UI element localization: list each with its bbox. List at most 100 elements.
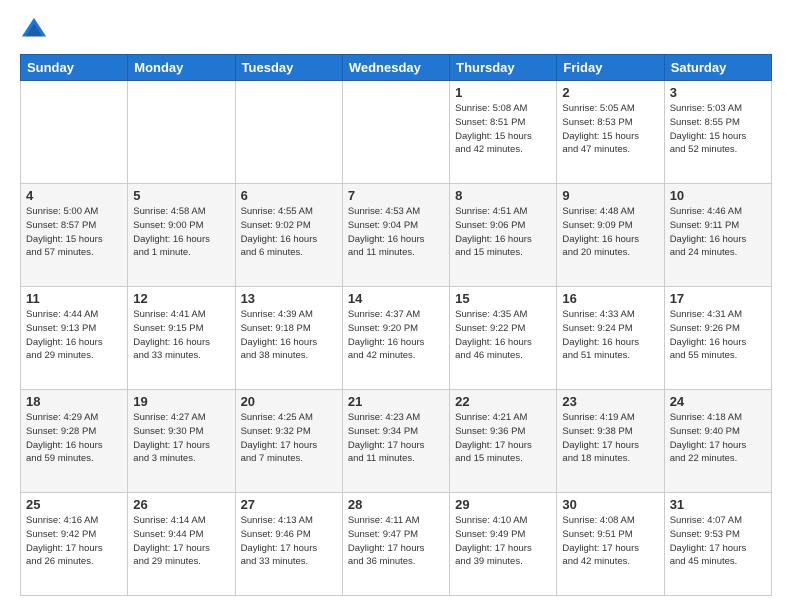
calendar-cell: 25 Sunrise: 4:16 AM Sunset: 9:42 PM Dayli… <box>21 493 128 596</box>
calendar-cell: 9 Sunrise: 4:48 AM Sunset: 9:09 PM Daylig… <box>557 184 664 287</box>
calendar-cell: 31 Sunrise: 4:07 AM Sunset: 9:53 PM Dayli… <box>664 493 771 596</box>
calendar-cell <box>128 81 235 184</box>
day-number: 26 <box>133 497 229 512</box>
day-header-monday: Monday <box>128 55 235 81</box>
day-info: Sunrise: 4:48 AM Sunset: 9:09 PM Dayligh… <box>562 205 658 260</box>
logo <box>20 16 54 44</box>
calendar-cell: 4Sunrise: 5:00 AM Sunset: 8:57 PM Daylig… <box>21 184 128 287</box>
day-number: 9 <box>562 188 658 203</box>
day-number: 24 <box>670 394 766 409</box>
calendar-header-row: SundayMondayTuesdayWednesdayThursdayFrid… <box>21 55 772 81</box>
day-info: Sunrise: 4:51 AM Sunset: 9:06 PM Dayligh… <box>455 205 551 260</box>
calendar-cell: 15 Sunrise: 4:35 AM Sunset: 9:22 PM Dayli… <box>450 287 557 390</box>
day-info: Sunrise: 5:05 AM Sunset: 8:53 PM Dayligh… <box>562 102 658 157</box>
calendar-week-4: 18 Sunrise: 4:29 AM Sunset: 9:28 PM Dayli… <box>21 390 772 493</box>
day-header-wednesday: Wednesday <box>342 55 449 81</box>
day-info: Sunrise: 4:29 AM Sunset: 9:28 PM Dayligh… <box>26 411 122 466</box>
calendar-cell: 1 Sunrise: 5:08 AM Sunset: 8:51 PM Daylig… <box>450 81 557 184</box>
day-number: 2 <box>562 85 658 100</box>
calendar-week-3: 11 Sunrise: 4:44 AM Sunset: 9:13 PM Dayli… <box>21 287 772 390</box>
day-number: 29 <box>455 497 551 512</box>
day-number: 3 <box>670 85 766 100</box>
day-number: 23 <box>562 394 658 409</box>
day-info: Sunrise: 4:46 AM Sunset: 9:11 PM Dayligh… <box>670 205 766 260</box>
day-number: 16 <box>562 291 658 306</box>
day-info: Sunrise: 4:14 AM Sunset: 9:44 PM Dayligh… <box>133 514 229 569</box>
day-info: Sunrise: 4:18 AM Sunset: 9:40 PM Dayligh… <box>670 411 766 466</box>
day-number: 11 <box>26 291 122 306</box>
day-info: Sunrise: 4:11 AM Sunset: 9:47 PM Dayligh… <box>348 514 444 569</box>
calendar-cell: 11 Sunrise: 4:44 AM Sunset: 9:13 PM Dayli… <box>21 287 128 390</box>
calendar-week-5: 25 Sunrise: 4:16 AM Sunset: 9:42 PM Dayli… <box>21 493 772 596</box>
day-number: 15 <box>455 291 551 306</box>
day-number: 27 <box>241 497 337 512</box>
day-number: 30 <box>562 497 658 512</box>
calendar-cell: 5 Sunrise: 4:58 AM Sunset: 9:00 PM Daylig… <box>128 184 235 287</box>
calendar-cell: 27 Sunrise: 4:13 AM Sunset: 9:46 PM Dayli… <box>235 493 342 596</box>
day-info: Sunrise: 4:16 AM Sunset: 9:42 PM Dayligh… <box>26 514 122 569</box>
day-info: Sunrise: 4:10 AM Sunset: 9:49 PM Dayligh… <box>455 514 551 569</box>
day-info: Sunrise: 4:07 AM Sunset: 9:53 PM Dayligh… <box>670 514 766 569</box>
calendar-cell: 26 Sunrise: 4:14 AM Sunset: 9:44 PM Dayli… <box>128 493 235 596</box>
day-info: Sunrise: 4:35 AM Sunset: 9:22 PM Dayligh… <box>455 308 551 363</box>
calendar-cell: 23Sunrise: 4:19 AM Sunset: 9:38 PM Dayli… <box>557 390 664 493</box>
day-number: 28 <box>348 497 444 512</box>
calendar-table: SundayMondayTuesdayWednesdayThursdayFrid… <box>20 54 772 596</box>
calendar-cell: 2 Sunrise: 5:05 AM Sunset: 8:53 PM Daylig… <box>557 81 664 184</box>
calendar-cell: 22 Sunrise: 4:21 AM Sunset: 9:36 PM Dayli… <box>450 390 557 493</box>
day-number: 22 <box>455 394 551 409</box>
calendar-cell <box>342 81 449 184</box>
day-info: Sunrise: 4:08 AM Sunset: 9:51 PM Dayligh… <box>562 514 658 569</box>
calendar-cell: 6Sunrise: 4:55 AM Sunset: 9:02 PM Daylig… <box>235 184 342 287</box>
day-info: Sunrise: 4:39 AM Sunset: 9:18 PM Dayligh… <box>241 308 337 363</box>
day-number: 6 <box>241 188 337 203</box>
day-info: Sunrise: 5:08 AM Sunset: 8:51 PM Dayligh… <box>455 102 551 157</box>
calendar-cell: 28 Sunrise: 4:11 AM Sunset: 9:47 PM Dayli… <box>342 493 449 596</box>
day-header-thursday: Thursday <box>450 55 557 81</box>
day-header-sunday: Sunday <box>21 55 128 81</box>
page: SundayMondayTuesdayWednesdayThursdayFrid… <box>0 0 792 612</box>
calendar-cell: 16 Sunrise: 4:33 AM Sunset: 9:24 PM Dayli… <box>557 287 664 390</box>
day-info: Sunrise: 4:21 AM Sunset: 9:36 PM Dayligh… <box>455 411 551 466</box>
calendar-cell: 29 Sunrise: 4:10 AM Sunset: 9:49 PM Dayli… <box>450 493 557 596</box>
day-info: Sunrise: 5:03 AM Sunset: 8:55 PM Dayligh… <box>670 102 766 157</box>
logo-icon <box>20 16 48 44</box>
day-info: Sunrise: 4:27 AM Sunset: 9:30 PM Dayligh… <box>133 411 229 466</box>
day-info: Sunrise: 5:00 AM Sunset: 8:57 PM Dayligh… <box>26 205 122 260</box>
calendar-cell: 18 Sunrise: 4:29 AM Sunset: 9:28 PM Dayli… <box>21 390 128 493</box>
calendar-cell: 3 Sunrise: 5:03 AM Sunset: 8:55 PM Daylig… <box>664 81 771 184</box>
day-number: 13 <box>241 291 337 306</box>
calendar-cell: 21 Sunrise: 4:23 AM Sunset: 9:34 PM Dayli… <box>342 390 449 493</box>
calendar-cell: 30 Sunrise: 4:08 AM Sunset: 9:51 PM Dayli… <box>557 493 664 596</box>
day-number: 19 <box>133 394 229 409</box>
day-number: 25 <box>26 497 122 512</box>
calendar-cell: 19 Sunrise: 4:27 AM Sunset: 9:30 PM Dayli… <box>128 390 235 493</box>
day-info: Sunrise: 4:31 AM Sunset: 9:26 PM Dayligh… <box>670 308 766 363</box>
day-info: Sunrise: 4:25 AM Sunset: 9:32 PM Dayligh… <box>241 411 337 466</box>
day-number: 14 <box>348 291 444 306</box>
day-info: Sunrise: 4:44 AM Sunset: 9:13 PM Dayligh… <box>26 308 122 363</box>
day-number: 5 <box>133 188 229 203</box>
day-info: Sunrise: 4:33 AM Sunset: 9:24 PM Dayligh… <box>562 308 658 363</box>
day-info: Sunrise: 4:23 AM Sunset: 9:34 PM Dayligh… <box>348 411 444 466</box>
calendar-cell: 7Sunrise: 4:53 AM Sunset: 9:04 PM Daylig… <box>342 184 449 287</box>
calendar-cell: 14 Sunrise: 4:37 AM Sunset: 9:20 PM Dayli… <box>342 287 449 390</box>
calendar-cell: 17 Sunrise: 4:31 AM Sunset: 9:26 PM Dayli… <box>664 287 771 390</box>
calendar-cell: 12Sunrise: 4:41 AM Sunset: 9:15 PM Dayli… <box>128 287 235 390</box>
day-number: 31 <box>670 497 766 512</box>
calendar-cell: 20Sunrise: 4:25 AM Sunset: 9:32 PM Dayli… <box>235 390 342 493</box>
day-info: Sunrise: 4:13 AM Sunset: 9:46 PM Dayligh… <box>241 514 337 569</box>
day-number: 18 <box>26 394 122 409</box>
day-info: Sunrise: 4:58 AM Sunset: 9:00 PM Dayligh… <box>133 205 229 260</box>
day-header-tuesday: Tuesday <box>235 55 342 81</box>
day-number: 17 <box>670 291 766 306</box>
day-info: Sunrise: 4:37 AM Sunset: 9:20 PM Dayligh… <box>348 308 444 363</box>
day-number: 21 <box>348 394 444 409</box>
day-number: 1 <box>455 85 551 100</box>
calendar-cell: 8Sunrise: 4:51 AM Sunset: 9:06 PM Daylig… <box>450 184 557 287</box>
calendar-cell <box>235 81 342 184</box>
day-header-saturday: Saturday <box>664 55 771 81</box>
calendar-cell <box>21 81 128 184</box>
day-number: 7 <box>348 188 444 203</box>
header <box>20 16 772 44</box>
